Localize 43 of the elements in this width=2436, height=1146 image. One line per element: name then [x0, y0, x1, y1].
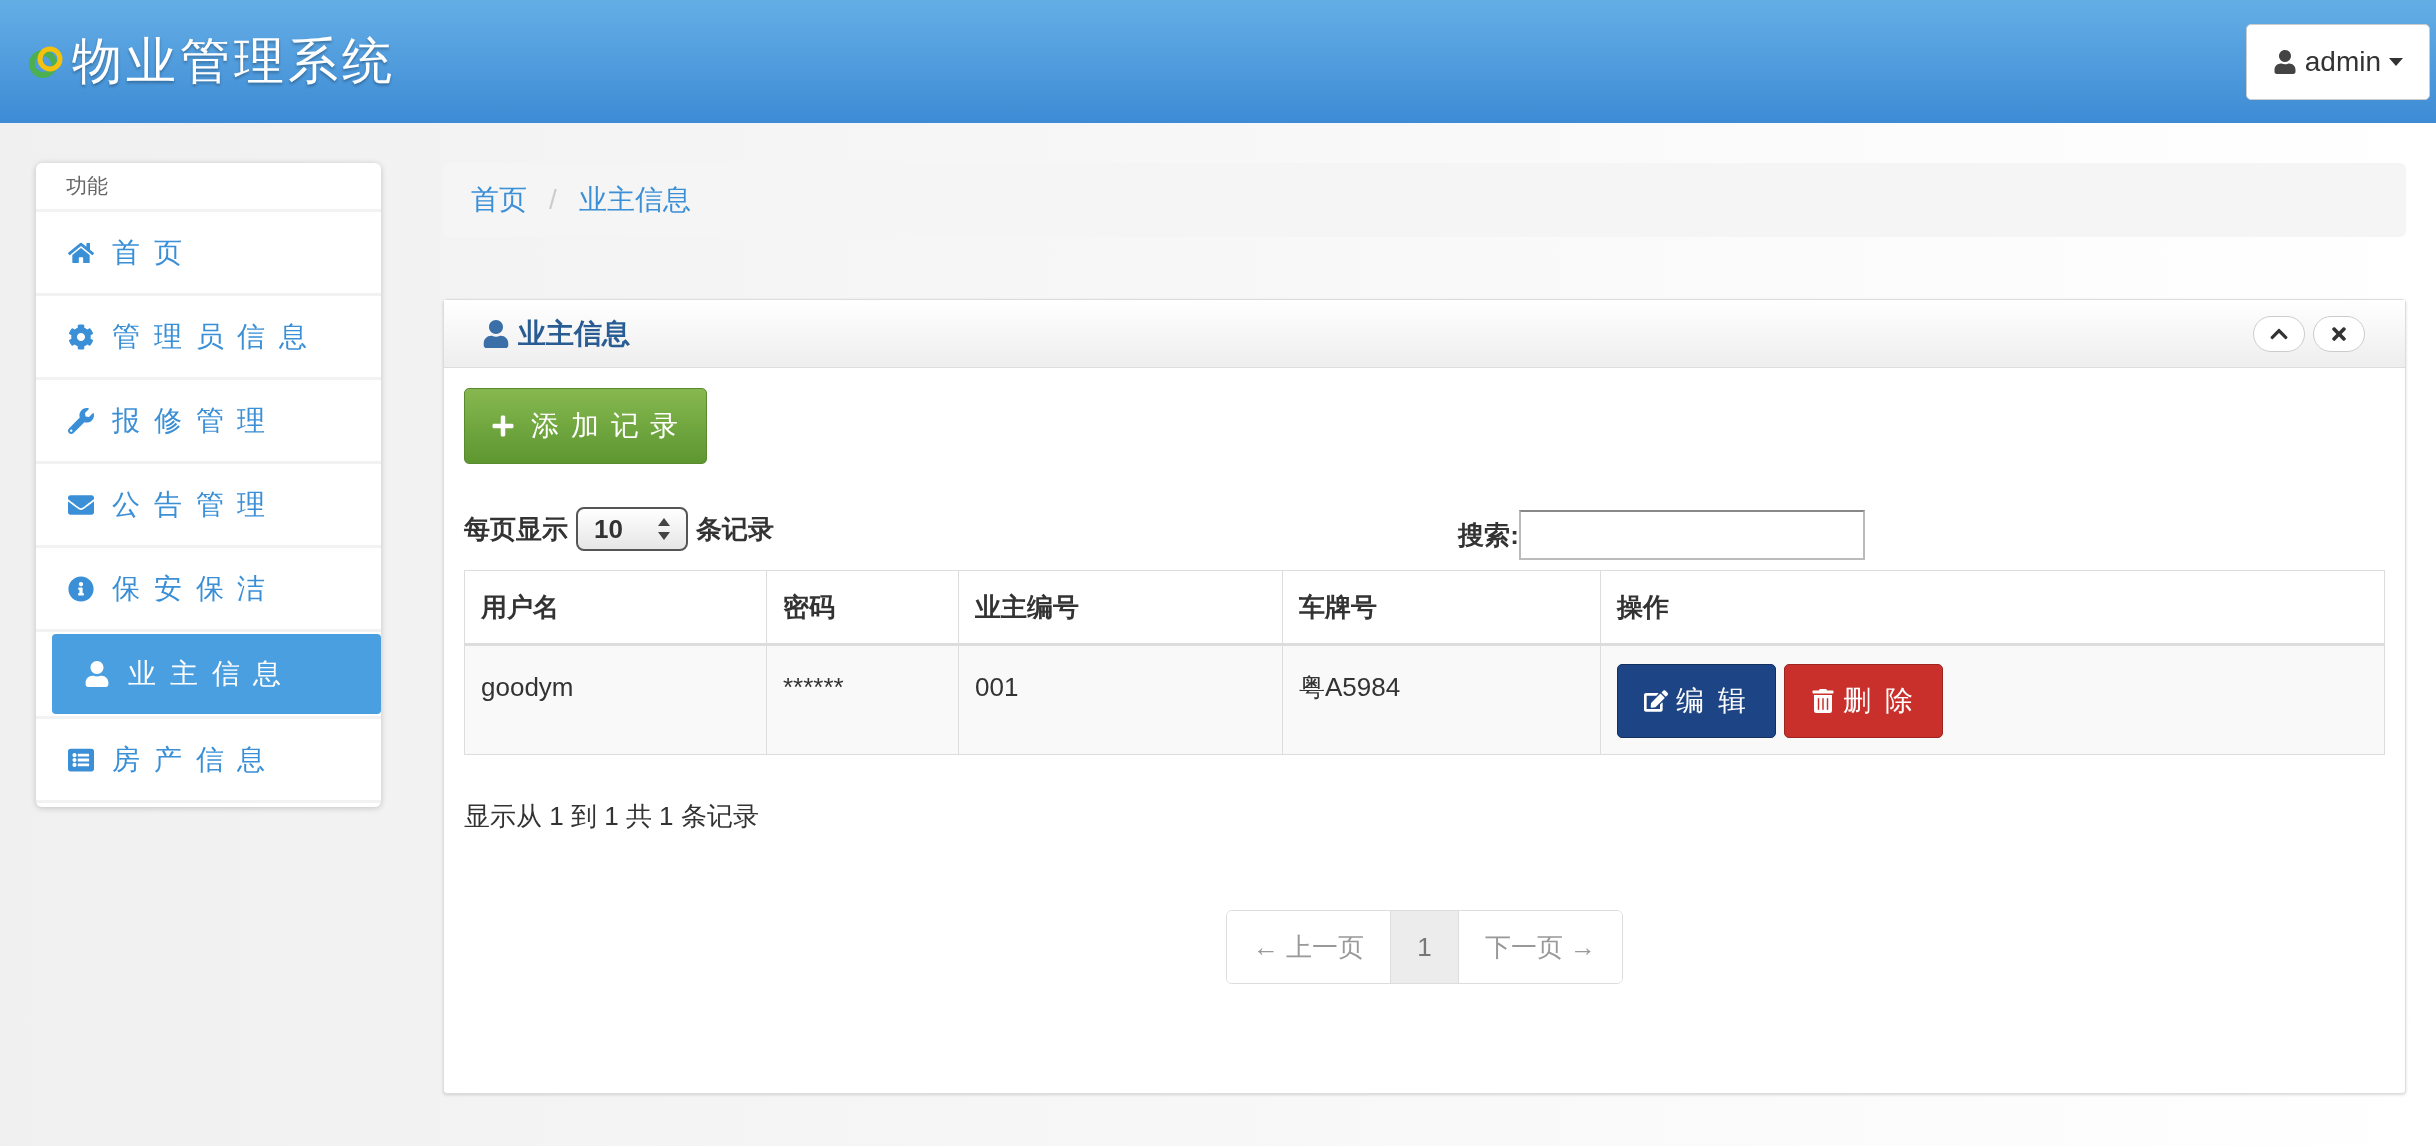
breadcrumb-separator: / — [549, 183, 557, 217]
pagination-link[interactable]: 1 — [1390, 911, 1458, 983]
table-cell: 001 — [958, 644, 1283, 755]
breadcrumb-link[interactable]: 首页 — [471, 179, 527, 221]
table-cell: goodym — [464, 644, 767, 755]
edit-button[interactable]: 编 辑 — [1617, 664, 1776, 738]
list-icon — [68, 746, 94, 773]
spinner-icon — [658, 518, 670, 540]
close-button[interactable] — [2313, 315, 2365, 352]
panel-title: 业主信息 — [518, 316, 630, 351]
info-icon — [68, 575, 94, 602]
sidebar-item[interactable]: 房 产 信 息 — [36, 719, 381, 800]
table-cell: 粤A5984 — [1282, 644, 1601, 755]
search-field[interactable] — [1519, 510, 1865, 560]
user-icon — [482, 319, 510, 348]
plus-icon — [491, 414, 515, 438]
user-icon — [84, 661, 110, 687]
wrench-icon — [68, 407, 94, 434]
user-icon — [2272, 49, 2297, 74]
sidebar-item[interactable]: 公 告 管 理 — [36, 464, 381, 545]
sidebar-item[interactable]: 首 页 — [36, 212, 381, 293]
app-title: 物业管理系统 — [72, 32, 396, 91]
sidebar-heading: 功能 — [36, 163, 381, 212]
add-record-button[interactable]: 添 加 记 录 — [464, 388, 708, 464]
table-cell: ****** — [766, 644, 959, 755]
pagination-link[interactable]: 下一页 → — [1457, 911, 1622, 983]
record-summary: 显示从 1 到 1 共 1 条记录 — [464, 800, 760, 833]
sidebar-item[interactable]: 业 主 信 息 — [52, 634, 381, 714]
trash-icon — [1810, 689, 1835, 713]
delete-button[interactable]: 删 除 — [1783, 664, 1943, 738]
breadcrumb-link[interactable]: 业主信息 — [578, 179, 691, 221]
page-size-label: 每页显示 — [464, 512, 568, 546]
user-menu-button[interactable]: admin — [2245, 23, 2430, 100]
search-label: 搜索: — [1458, 518, 1519, 552]
gear-icon — [68, 323, 94, 350]
sidebar-item[interactable]: 保 安 保 洁 — [36, 548, 381, 629]
sidebar-item[interactable]: 管 理 员 信 息 — [36, 296, 381, 377]
edit-icon — [1644, 689, 1668, 713]
collapse-button[interactable] — [2253, 315, 2305, 352]
page-size-label: 条记录 — [696, 512, 774, 546]
caret-icon — [2389, 57, 2403, 66]
sidebar-item[interactable]: 报 修 管 理 — [36, 380, 381, 461]
page-size-select[interactable]: 10 — [576, 507, 688, 551]
